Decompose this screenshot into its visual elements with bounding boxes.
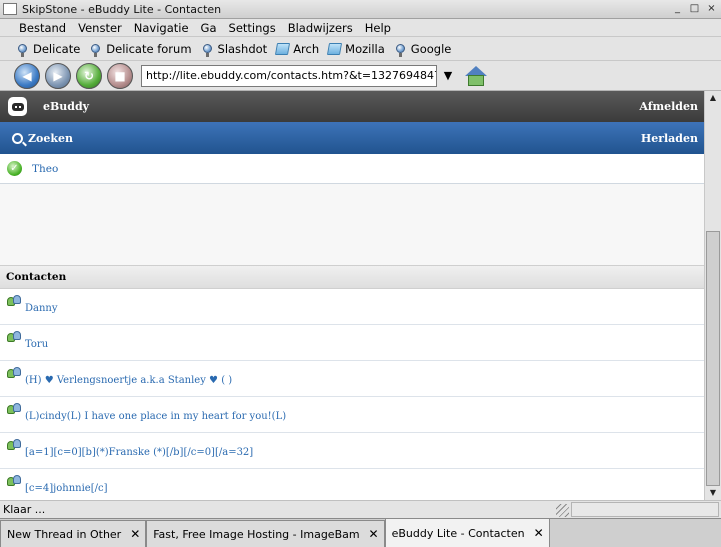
menu-settings[interactable]: Settings: [223, 21, 282, 35]
bookmark-label: Arch: [293, 41, 320, 56]
bookmarks-bar: Delicate Delicate forum Slashdot Arch Mo…: [0, 37, 721, 61]
back-button[interactable]: ◀: [14, 62, 40, 89]
bookmark-slashdot[interactable]: Slashdot: [201, 41, 268, 57]
contact-name[interactable]: (L)cindy(L) I have one place in my heart…: [25, 411, 286, 422]
contact-row[interactable]: [a=1][c=0][b](*)Franske (*)[/b][/c=0][/a…: [0, 433, 704, 469]
close-icon[interactable]: ✕: [368, 527, 380, 541]
bookmark-delicate[interactable]: Delicate: [16, 41, 81, 57]
bookmark-google[interactable]: Google: [394, 41, 452, 57]
ebuddy-logo-icon: [8, 97, 27, 116]
contact-row[interactable]: [c=4]johnnie[/c]: [0, 469, 704, 500]
contact-row[interactable]: (H) ♥ Verlengsnoertje a.k.a Stanley ♥ ( …: [0, 361, 704, 397]
menu-bar: Bestand Venster Navigatie Ga Settings Bl…: [0, 19, 721, 37]
status-text: Klaar ...: [3, 503, 46, 516]
bookmark-mozilla[interactable]: Mozilla: [327, 41, 385, 56]
bookmark-delicate-forum[interactable]: Delicate forum: [89, 41, 192, 57]
arrow-right-icon: ▶: [53, 68, 63, 83]
scroll-down-icon[interactable]: ▼: [705, 486, 721, 500]
menu-navigatie[interactable]: Navigatie: [128, 21, 195, 35]
menu-help[interactable]: Help: [359, 21, 397, 35]
own-name[interactable]: Theo: [32, 163, 58, 175]
menu-bladwijzers[interactable]: Bladwijzers: [282, 21, 359, 35]
taskbar: New Thread in Other ✕ Fast, Free Image H…: [0, 518, 721, 547]
taskbar-tab-new-thread[interactable]: New Thread in Other ✕: [0, 520, 147, 547]
bookmark-arch[interactable]: Arch: [275, 41, 320, 56]
url-history-dropdown[interactable]: ▼: [440, 65, 456, 87]
bulb-icon: [394, 42, 407, 57]
bookmark-label: Google: [410, 41, 452, 56]
buddy-icon: [7, 295, 22, 308]
bookmark-label: Slashdot: [217, 41, 268, 56]
navigation-bar: ◀ ▶ ↻ ■ http://lite.ebuddy.com/contacts.…: [0, 61, 721, 91]
folder-icon: [275, 42, 291, 56]
menu-bestand[interactable]: Bestand: [0, 21, 72, 35]
contact-row[interactable]: Danny: [0, 289, 704, 325]
bulb-icon: [89, 42, 102, 57]
search-bar: Zoeken Herladen: [0, 122, 704, 154]
window-title: SkipStone - eBuddy Lite - Contacten: [22, 2, 222, 16]
reload-link[interactable]: Herladen: [641, 132, 698, 145]
contact-row[interactable]: Toru: [0, 325, 704, 361]
url-input[interactable]: http://lite.ebuddy.com/contacts.htm?&t=1…: [141, 64, 437, 87]
own-status-row[interactable]: ✓ Theo: [0, 154, 704, 184]
search-link[interactable]: Zoeken: [28, 132, 73, 145]
app-icon: [3, 3, 17, 15]
taskbar-tab-ebuddy[interactable]: eBuddy Lite - Contacten ✕: [384, 518, 550, 547]
scrollbar-thumb[interactable]: [706, 231, 720, 486]
menu-ga[interactable]: Ga: [195, 21, 223, 35]
arrow-left-icon: ◀: [22, 68, 32, 83]
window-controls: _ □ ×: [671, 3, 718, 15]
scroll-up-icon[interactable]: ▲: [705, 91, 721, 105]
forward-button[interactable]: ▶: [45, 62, 71, 89]
bulb-icon: [16, 42, 29, 57]
home-icon[interactable]: [464, 65, 488, 87]
tab-label: eBuddy Lite - Contacten: [391, 526, 525, 540]
spacer: [0, 184, 704, 265]
maximize-icon[interactable]: □: [688, 3, 701, 15]
minimize-icon[interactable]: _: [671, 3, 684, 15]
contact-name[interactable]: (H) ♥ Verlengsnoertje a.k.a Stanley ♥ ( …: [25, 375, 232, 386]
buddy-icon: [7, 439, 22, 452]
bookmark-label: Delicate forum: [106, 41, 192, 56]
contact-name[interactable]: Toru: [25, 339, 48, 350]
tab-label: New Thread in Other: [7, 527, 122, 541]
vertical-scrollbar[interactable]: ▲ ▼: [704, 91, 721, 500]
search-icon[interactable]: [12, 132, 23, 144]
page-content: eBuddy Afmelden Zoeken Herladen ✓ Theo C…: [0, 91, 704, 500]
logout-link[interactable]: Afmelden: [639, 100, 698, 113]
close-icon[interactable]: ✕: [533, 526, 545, 540]
folder-icon: [327, 42, 343, 56]
online-status-icon: ✓: [7, 161, 22, 176]
contact-row[interactable]: (L)cindy(L) I have one place in my heart…: [0, 397, 704, 433]
contact-name[interactable]: [c=4]johnnie[/c]: [25, 483, 107, 494]
reload-button[interactable]: ↻: [76, 62, 102, 89]
buddy-icon: [7, 403, 22, 416]
contact-name[interactable]: [a=1][c=0][b](*)Franske (*)[/b][/c=0][/a…: [25, 447, 253, 458]
bookmark-label: Delicate: [33, 41, 81, 56]
tab-label: Fast, Free Image Hosting - ImageBam: [153, 527, 360, 541]
ebuddy-title: eBuddy: [43, 100, 90, 113]
close-icon[interactable]: ×: [705, 3, 718, 15]
window-titlebar: SkipStone - eBuddy Lite - Contacten _ □ …: [0, 0, 721, 19]
close-icon[interactable]: ✕: [129, 527, 141, 541]
contact-name[interactable]: Danny: [25, 303, 58, 314]
buddy-icon: [7, 367, 22, 380]
stop-icon: ■: [114, 68, 126, 83]
ebuddy-header: eBuddy Afmelden: [0, 91, 704, 122]
buddy-icon: [7, 475, 22, 488]
status-progress-field: [571, 502, 719, 517]
status-bar: Klaar ...: [0, 500, 721, 518]
stop-button[interactable]: ■: [107, 62, 133, 89]
bulb-icon: [201, 42, 214, 57]
buddy-icon: [7, 331, 22, 344]
bookmark-label: Mozilla: [345, 41, 385, 56]
resize-grip-icon[interactable]: [556, 504, 569, 517]
contacts-header: Contacten: [0, 265, 704, 289]
taskbar-tab-imagebam[interactable]: Fast, Free Image Hosting - ImageBam ✕: [146, 520, 385, 547]
reload-icon: ↻: [83, 68, 95, 83]
menu-venster[interactable]: Venster: [72, 21, 128, 35]
